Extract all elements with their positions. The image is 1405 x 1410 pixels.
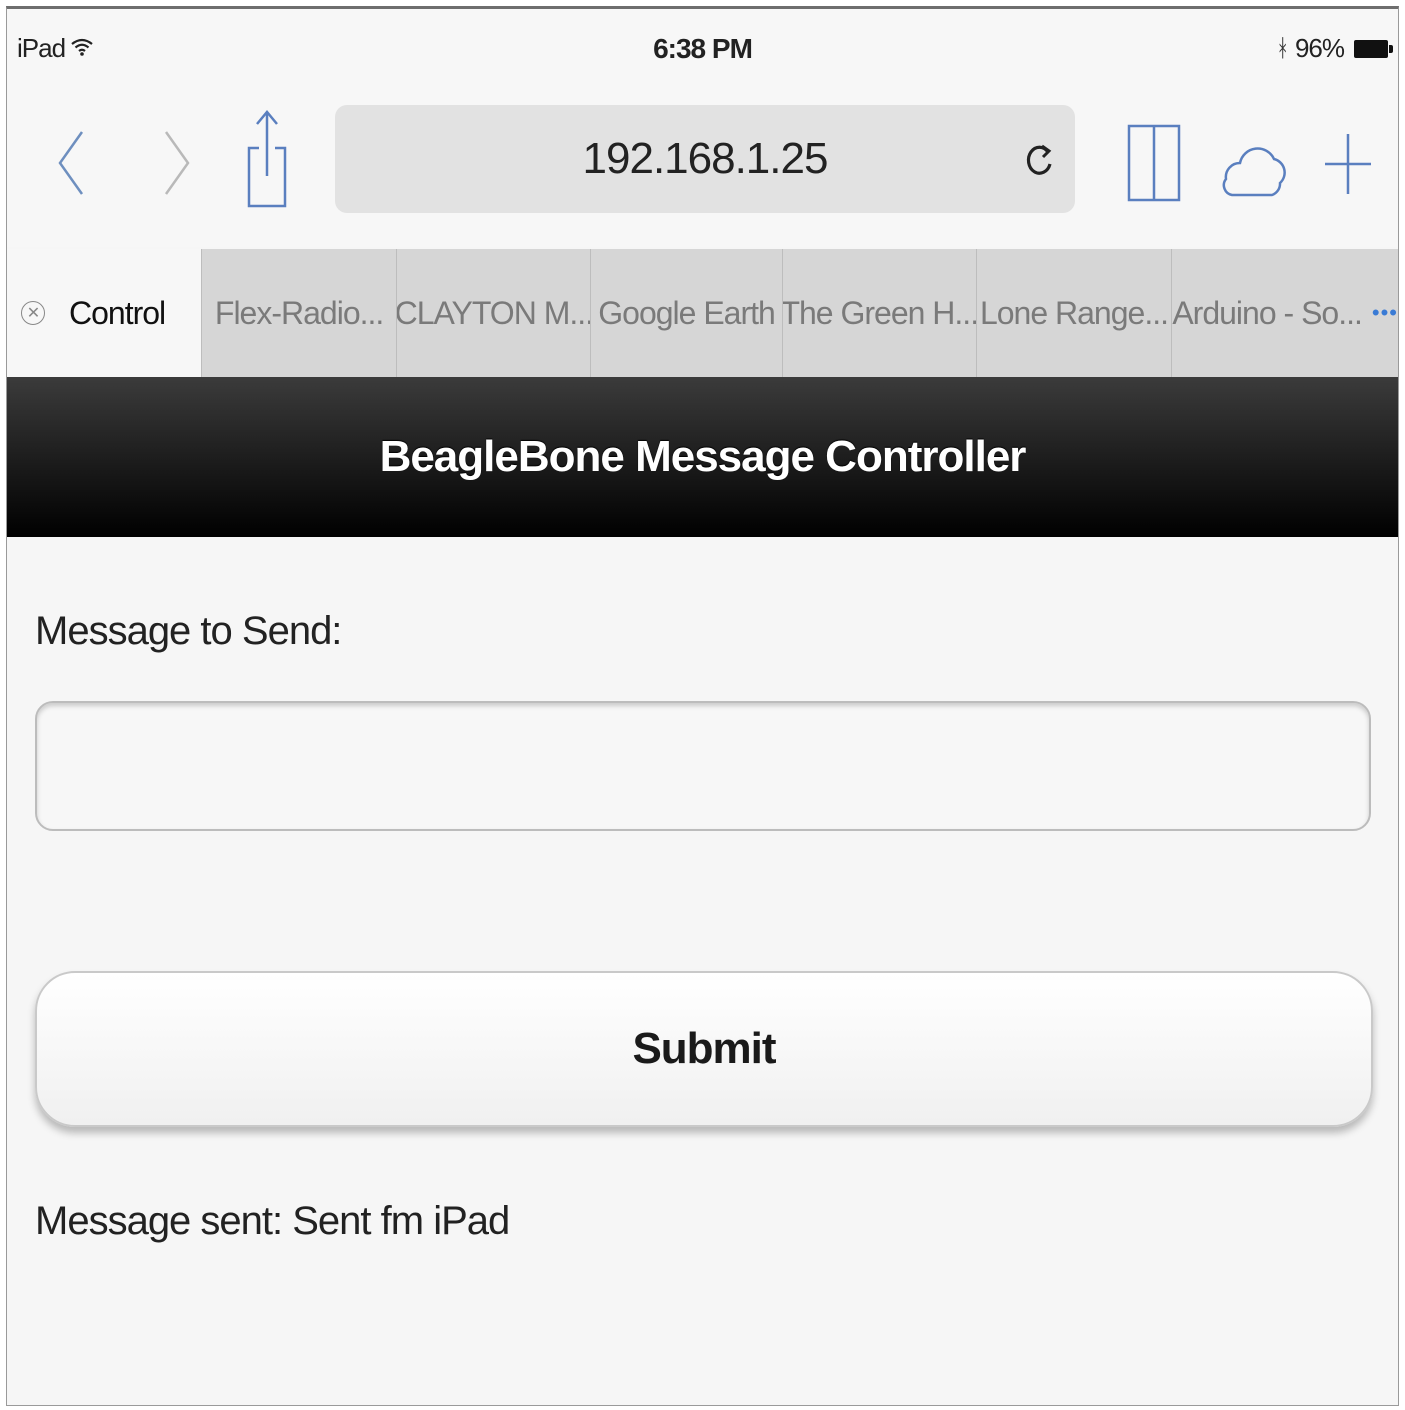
share-icon [247,110,287,208]
tab-clayton[interactable]: CLAYTON M... [396,249,591,377]
status-message: Message sent: Sent fm iPad [35,1199,510,1243]
browser-toolbar: 192.168.1.25 [7,93,1398,247]
bookmarks-button[interactable] [1121,115,1187,211]
tab-google-earth[interactable]: Google Earth [590,249,782,377]
tab-label: The Green H... [781,294,976,331]
app-header: BeagleBone Message Controller [7,377,1398,537]
bluetooth-icon: ᚼ [1275,34,1290,62]
back-button[interactable] [41,123,101,203]
status-right: ᚼ 96% [1275,33,1393,64]
status-bar: iPad 6:38 PM ᚼ 96% [7,9,1398,93]
close-tab-icon[interactable]: ✕ [21,301,45,325]
more-tabs-icon[interactable]: ••• [1372,300,1398,326]
icloud-tabs-button[interactable] [1217,115,1289,211]
url-text: 192.168.1.25 [582,134,829,183]
tab-label: Lone Range... [979,294,1169,331]
tab-flex-radio[interactable]: Flex-Radio... [200,249,397,377]
message-input[interactable] [35,701,1371,831]
browser-tabs: ✕ Control Flex-Radio... CLAYTON M... Goo… [7,249,1398,377]
message-label: Message to Send: [35,609,342,653]
book-icon [1127,124,1181,202]
cloud-icon [1222,147,1286,197]
tab-label: CLAYTON M... [396,294,591,331]
forward-button[interactable] [147,123,207,203]
page-title: BeagleBone Message Controller [379,432,1027,481]
tab-arduino[interactable]: Arduino - So... ••• [1171,249,1398,377]
reload-icon [1026,144,1052,175]
battery-percent: 96% [1294,33,1345,63]
chevron-left-icon [58,131,84,195]
submit-button[interactable]: Submit [35,971,1373,1127]
status-time: 6:38 PM [653,33,753,64]
tab-control[interactable]: ✕ Control [7,249,201,377]
share-button[interactable] [237,103,297,213]
chevron-right-icon [164,131,190,195]
reload-button[interactable] [1019,135,1059,183]
new-tab-button[interactable] [1317,119,1379,209]
tab-label: Flex-Radio... [214,294,384,331]
plus-icon [1325,134,1371,194]
tab-label: Google Earth [598,294,776,331]
tab-label: Control [69,294,166,331]
tab-label: Arduino - So... [1172,294,1363,331]
tab-green-h[interactable]: The Green H... [781,249,976,377]
tab-lone-range[interactable]: Lone Range... [975,249,1172,377]
main-content: Message to Send: Submit Message sent: Se… [7,537,1398,1405]
ipad-screen: iPad 6:38 PM ᚼ 96% 192.168.1.25 ✕ Contro… [6,6,1399,1406]
battery-icon [1354,39,1393,58]
address-bar[interactable]: 192.168.1.25 [335,105,1075,213]
